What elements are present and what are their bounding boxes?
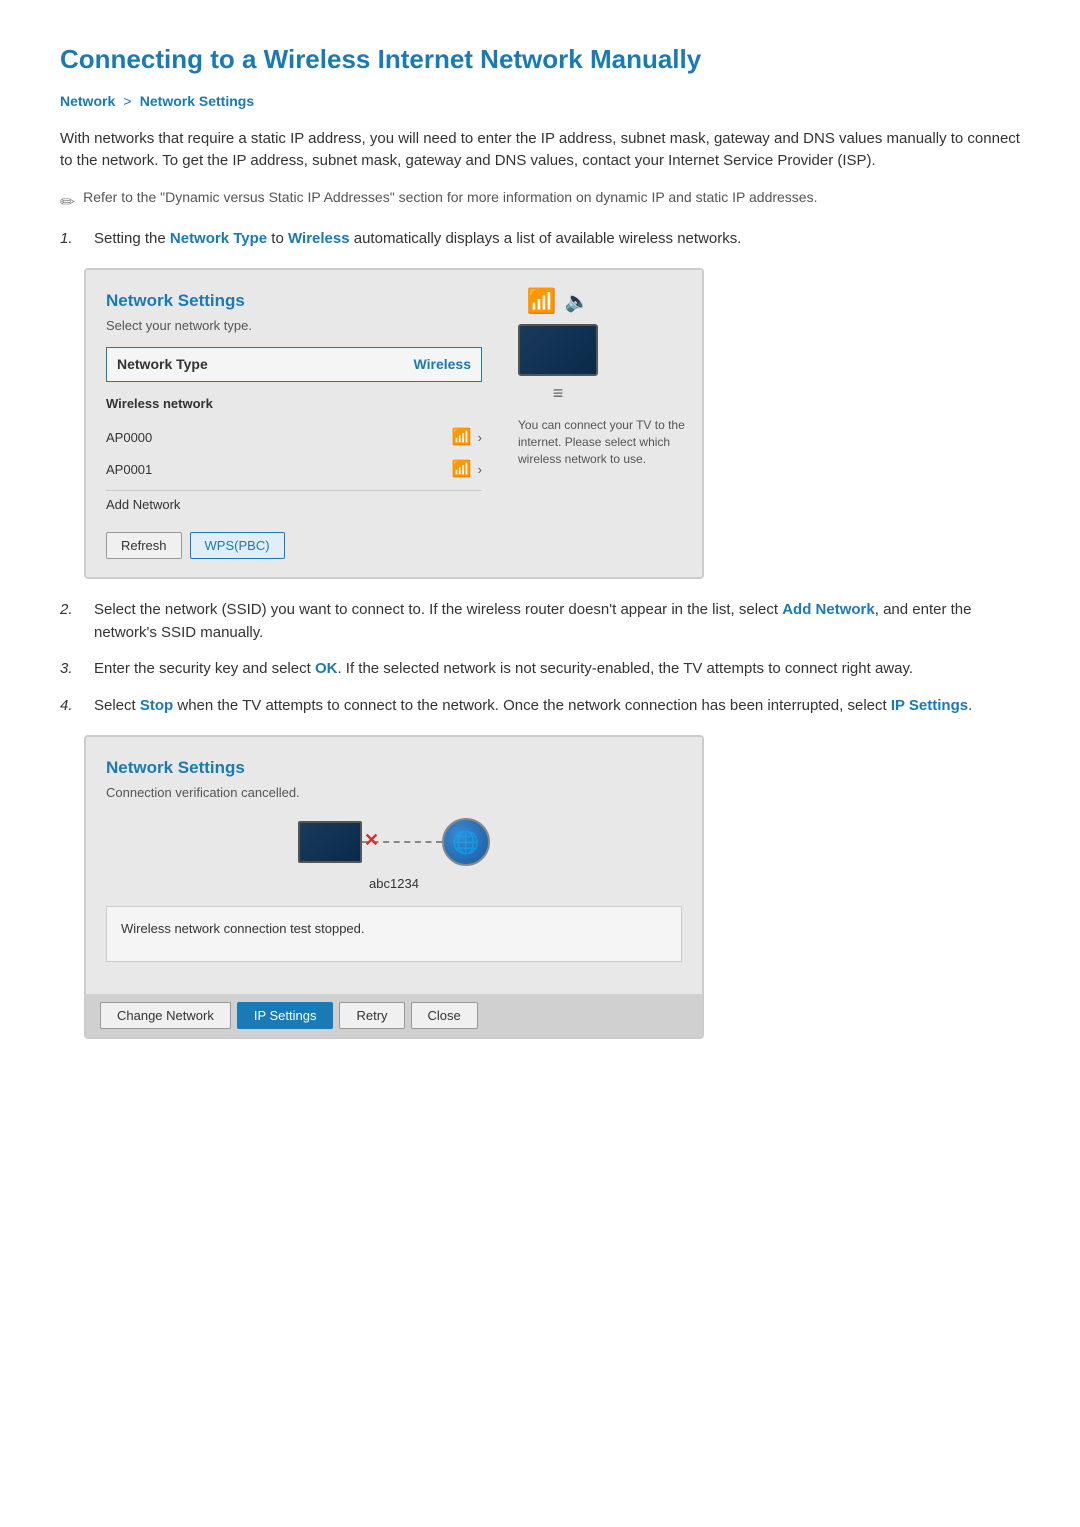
refresh-button[interactable]: Refresh [106, 532, 182, 559]
step-1: 1. Setting the Network Type to Wireless … [60, 228, 1020, 251]
step-2-num: 2. [60, 599, 84, 622]
network-settings-panel-2: Network Settings Connection verification… [84, 735, 704, 1039]
ssid-label: abc1234 [106, 874, 682, 894]
ok-link[interactable]: OK [315, 660, 338, 677]
step-4: 4. Select Stop when the TV attempts to c… [60, 695, 1020, 718]
network-name-ap0001: AP0001 [106, 460, 152, 480]
step-3-text: Enter the security key and select OK. If… [94, 658, 913, 681]
ip-settings-button[interactable]: IP Settings [237, 1002, 334, 1029]
status-box: Wireless network connection test stopped… [106, 906, 682, 962]
tv-small-icon [298, 821, 362, 863]
tv-illustration: 📶 🔈 ≡ [518, 284, 598, 407]
ip-settings-link[interactable]: IP Settings [891, 697, 968, 714]
tv-display [518, 324, 598, 376]
wps-button[interactable]: WPS(PBC) [190, 532, 285, 559]
wifi-icon-ap0001: 📶 [452, 458, 472, 482]
panel2-title: Network Settings [106, 755, 682, 781]
step-2-text: Select the network (SSID) you want to co… [94, 599, 1020, 644]
step-4-num: 4. [60, 695, 84, 718]
panel2-buttons: Change Network IP Settings Retry Close [86, 994, 702, 1037]
step-3-num: 3. [60, 658, 84, 681]
panel-1-container: Network Settings Select your network typ… [84, 268, 1020, 579]
wifi-broadcast-icon: 📶 [527, 284, 557, 320]
network-settings-panel-1: Network Settings Select your network typ… [84, 268, 704, 579]
step-4-text: Select Stop when the TV attempts to conn… [94, 695, 972, 718]
wifi-icon-ap0000: 📶 [452, 426, 472, 450]
breadcrumb-settings[interactable]: Network Settings [140, 93, 254, 109]
chevron-ap0001: › [478, 460, 482, 480]
breadcrumb-network[interactable]: Network [60, 93, 115, 109]
step-1-text: Setting the Network Type to Wireless aut… [94, 228, 741, 251]
panel2-subtitle: Connection verification cancelled. [106, 783, 682, 803]
panel-2-container: Network Settings Connection verification… [84, 735, 1020, 1039]
chevron-ap0000: › [478, 428, 482, 448]
network-type-label: Network Type [117, 354, 208, 375]
close-button[interactable]: Close [411, 1002, 478, 1029]
network-type-link[interactable]: Network Type [170, 230, 267, 247]
x-mark-icon: ✕ [364, 827, 379, 854]
tv-stand-icon: ≡ [553, 380, 564, 407]
stop-link[interactable]: Stop [140, 697, 173, 714]
status-text: Wireless network connection test stopped… [121, 921, 365, 936]
step-1-num: 1. [60, 228, 84, 251]
add-network-link[interactable]: Add Network [782, 601, 875, 618]
panel1-title: Network Settings [106, 288, 482, 314]
note-block: ✏ Refer to the "Dynamic versus Static IP… [60, 187, 1020, 216]
step-3: 3. Enter the security key and select OK.… [60, 658, 1020, 681]
breadcrumb: Network > Network Settings [60, 91, 1020, 114]
tv-description: You can connect your TV to the internet.… [518, 417, 686, 467]
step-2: 2. Select the network (SSID) you want to… [60, 599, 1020, 644]
network-type-value: Wireless [414, 354, 471, 375]
wireless-link[interactable]: Wireless [288, 230, 350, 247]
intro-text: With networks that require a static IP a… [60, 128, 1020, 173]
page-title: Connecting to a Wireless Internet Networ… [60, 40, 1020, 79]
globe-icon: 🌐 [442, 818, 490, 866]
connection-diagram: ✕ 🌐 [106, 818, 682, 866]
network-item-ap0001[interactable]: AP0001 📶 › [106, 454, 482, 486]
panel1-subtitle: Select your network type. [106, 316, 482, 336]
note-text: Refer to the "Dynamic versus Static IP A… [83, 187, 817, 208]
network-type-row[interactable]: Network Type Wireless [106, 347, 482, 382]
network-name-ap0000: AP0000 [106, 428, 152, 448]
retry-button[interactable]: Retry [339, 1002, 404, 1029]
speaker-icon: 🔈 [564, 287, 589, 317]
network-item-ap0000[interactable]: AP0000 📶 › [106, 422, 482, 454]
pencil-icon: ✏ [60, 189, 75, 216]
wireless-section-title: Wireless network [106, 394, 482, 414]
breadcrumb-separator: > [123, 93, 131, 109]
add-network-item[interactable]: Add Network [106, 490, 482, 519]
change-network-button[interactable]: Change Network [100, 1002, 231, 1029]
